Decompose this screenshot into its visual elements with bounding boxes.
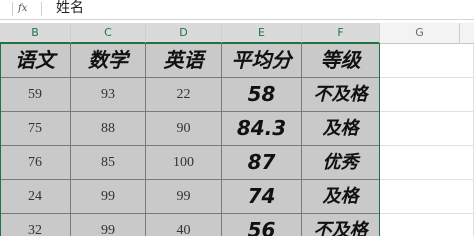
cell-empty[interactable] xyxy=(380,44,474,78)
fx-icon[interactable]: fx xyxy=(18,1,40,17)
cell-grade[interactable]: 不及格 xyxy=(302,214,380,236)
cell-chinese[interactable]: 32 xyxy=(0,214,71,236)
cell-math[interactable]: 93 xyxy=(71,78,146,112)
cell-grade[interactable]: 优秀 xyxy=(302,146,380,180)
table-row: 75 88 90 84.3 及格 xyxy=(0,112,474,146)
formula-bar-divider xyxy=(41,2,42,16)
formula-bar: fx 姓名 xyxy=(0,0,474,20)
cell-grade[interactable]: 及格 xyxy=(302,112,380,146)
cell-header-average[interactable]: 平均分 xyxy=(222,44,302,78)
column-header-f[interactable]: F xyxy=(302,23,380,44)
cell-average[interactable]: 56 xyxy=(222,214,302,236)
cell-chinese[interactable]: 59 xyxy=(0,78,71,112)
table-row: 76 85 100 87 优秀 xyxy=(0,146,474,180)
cell-average[interactable]: 58 xyxy=(222,78,302,112)
cell-average[interactable]: 84.3 xyxy=(222,112,302,146)
cell-empty[interactable] xyxy=(380,180,474,214)
cell-grade[interactable]: 及格 xyxy=(302,180,380,214)
cell-english[interactable]: 22 xyxy=(146,78,222,112)
spreadsheet-window: fx 姓名 B C D E F G 语文 数学 英语 平均分 等级 59 93 xyxy=(0,0,474,236)
cell-english[interactable]: 90 xyxy=(146,112,222,146)
cell-chinese[interactable]: 76 xyxy=(0,146,71,180)
cell-chinese[interactable]: 24 xyxy=(0,180,71,214)
column-header-row: B C D E F G xyxy=(0,23,474,44)
cell-average[interactable]: 87 xyxy=(222,146,302,180)
column-header-d[interactable]: D xyxy=(146,23,222,44)
table-row-header: 语文 数学 英语 平均分 等级 xyxy=(0,44,474,78)
cell-english[interactable]: 40 xyxy=(146,214,222,236)
worksheet[interactable]: B C D E F G 语文 数学 英语 平均分 等级 59 93 22 58 … xyxy=(0,19,474,236)
cell-header-grade[interactable]: 等级 xyxy=(302,44,380,78)
column-header-e[interactable]: E xyxy=(222,23,302,44)
cell-english[interactable]: 99 xyxy=(146,180,222,214)
cell-math[interactable]: 88 xyxy=(71,112,146,146)
cell-english[interactable]: 100 xyxy=(146,146,222,180)
cell-empty[interactable] xyxy=(380,214,474,236)
formula-bar-divider xyxy=(12,2,13,16)
cell-math[interactable]: 85 xyxy=(71,146,146,180)
table-row: 59 93 22 58 不及格 xyxy=(0,78,474,112)
cell-average[interactable]: 74 xyxy=(222,180,302,214)
column-header-c[interactable]: C xyxy=(71,23,146,44)
cell-math[interactable]: 99 xyxy=(71,180,146,214)
cell-math[interactable]: 99 xyxy=(71,214,146,236)
table-row: 32 99 40 56 不及格 xyxy=(0,214,474,236)
cell-chinese[interactable]: 75 xyxy=(0,112,71,146)
cell-empty[interactable] xyxy=(380,146,474,180)
cell-header-chinese[interactable]: 语文 xyxy=(0,44,71,78)
cell-empty[interactable] xyxy=(380,78,474,112)
table-row: 24 99 99 74 及格 xyxy=(0,180,474,214)
cell-header-english[interactable]: 英语 xyxy=(146,44,222,78)
formula-input[interactable]: 姓名 xyxy=(56,0,84,19)
cell-grade[interactable]: 不及格 xyxy=(302,78,380,112)
column-header-g[interactable]: G xyxy=(380,23,460,43)
cell-header-math[interactable]: 数学 xyxy=(71,44,146,78)
column-header-b[interactable]: B xyxy=(0,23,71,44)
cell-empty[interactable] xyxy=(380,112,474,146)
